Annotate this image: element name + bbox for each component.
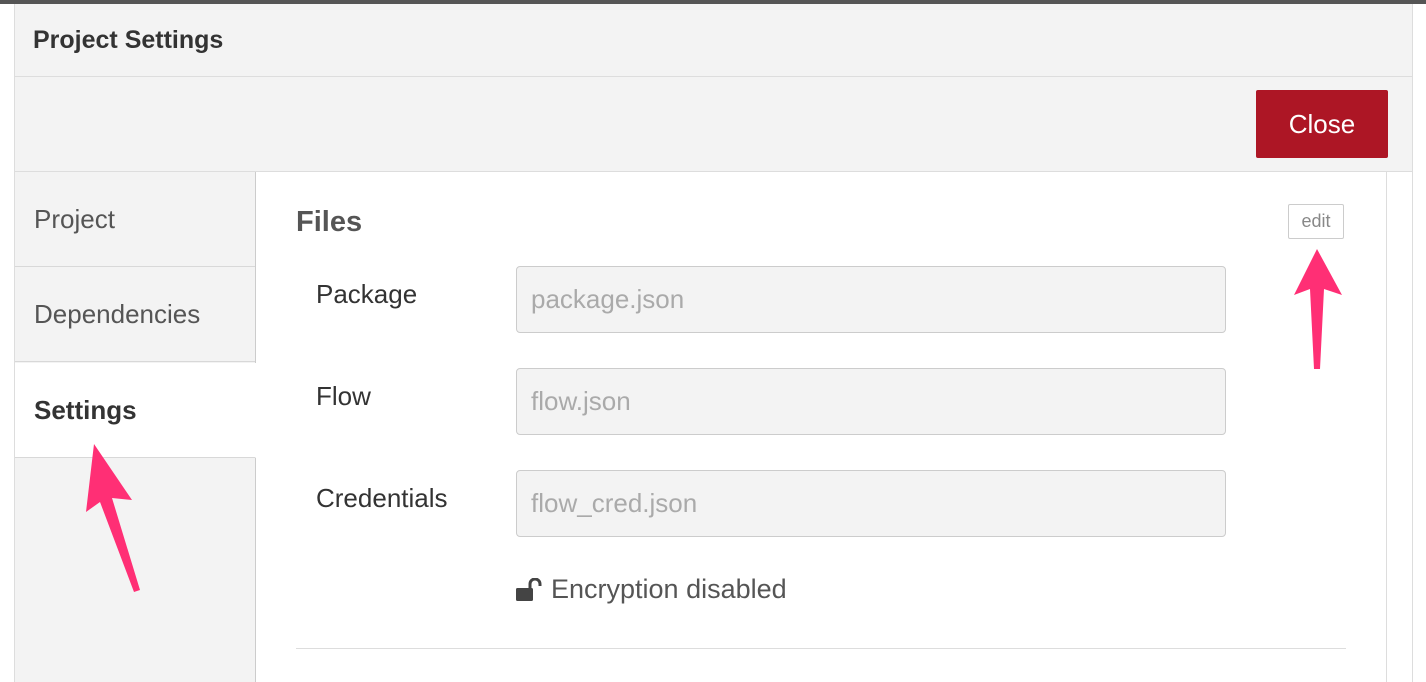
close-button[interactable]: Close <box>1256 90 1388 158</box>
tab-dependencies[interactable]: Dependencies <box>15 267 255 362</box>
credentials-label: Credentials <box>316 483 448 513</box>
outer-right-margin <box>1412 4 1426 682</box>
package-label: Package <box>316 279 418 309</box>
outer-left-margin <box>0 4 15 682</box>
dialog-body: Project Dependencies Settings Files edit… <box>15 172 1412 682</box>
files-section-title: Files <box>296 206 363 238</box>
tab-project[interactable]: Project <box>15 172 255 267</box>
section-divider <box>296 648 1346 649</box>
flow-field[interactable]: flow.json <box>516 368 1226 435</box>
package-field[interactable]: package.json <box>516 266 1226 333</box>
dialog-titlebar: Project Settings <box>15 4 1412 77</box>
dialog-title: Project Settings <box>33 26 224 54</box>
encryption-status: Encryption disabled <box>515 574 787 605</box>
dialog-toolbar: Close <box>15 77 1412 172</box>
annotation-arrow-edit <box>1294 249 1342 369</box>
project-settings-dialog: Project Settings Close Project Dependenc… <box>15 4 1412 682</box>
unlock-icon <box>516 577 542 601</box>
edit-button[interactable]: edit <box>1288 204 1344 239</box>
settings-sidebar: Project Dependencies Settings <box>15 172 256 682</box>
flow-label: Flow <box>316 381 371 411</box>
encryption-status-text: Encryption disabled <box>551 574 787 604</box>
annotation-arrow-settings <box>86 444 140 592</box>
credentials-field[interactable]: flow_cred.json <box>516 470 1226 537</box>
settings-content: Files edit Package package.json Flow flo… <box>256 172 1387 682</box>
